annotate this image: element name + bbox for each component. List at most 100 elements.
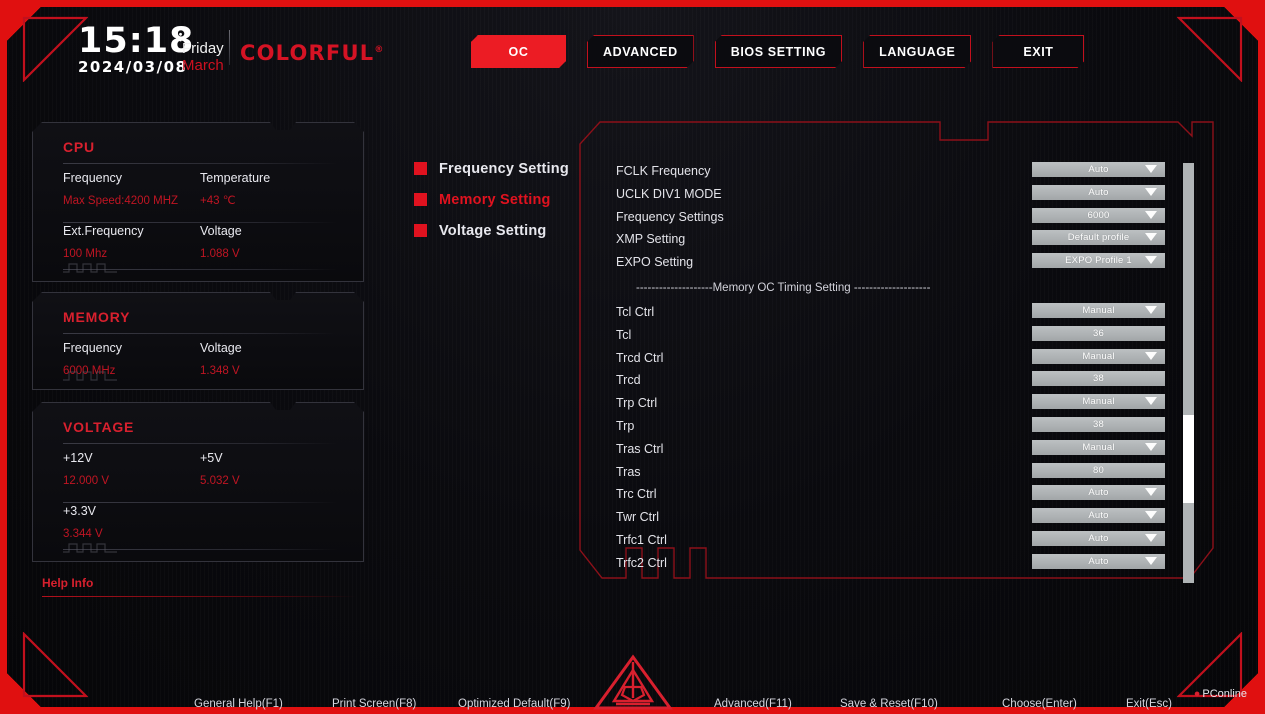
setting-value: Auto	[1088, 532, 1109, 544]
bullet-square-icon	[414, 224, 427, 237]
voltage-5v-label: +5V	[200, 451, 223, 465]
setting-row-frequency-settings[interactable]: Frequency Settings 6000	[616, 207, 1176, 232]
setting-label: Trp	[616, 418, 635, 433]
setting-dropdown[interactable]: Auto	[1032, 485, 1165, 501]
tab-bios-setting[interactable]: BIOS SETTING	[715, 35, 842, 68]
section-separator-memory-oc-timing: --------------------Memory OC Timing Set…	[636, 281, 931, 294]
memory-info-card: MEMORY Frequency 6000 MHz Voltage 1.348 …	[32, 292, 364, 390]
clock-month: March	[182, 57, 224, 74]
submenu-item-voltage-setting[interactable]: Voltage Setting	[414, 215, 569, 246]
setting-dropdown[interactable]: Auto	[1032, 508, 1165, 524]
setting-row-trp-ctrl[interactable]: Trp Ctrl Manual	[616, 394, 1176, 418]
brand-name: COLORFUL	[240, 41, 375, 65]
cpu-temperature-value: +43 ℃	[200, 195, 236, 207]
settings-panel: FCLK Frequency Auto UCLK DIV1 MODE Auto …	[578, 118, 1215, 608]
setting-dropdown[interactable]: Manual	[1032, 394, 1165, 410]
chevron-down-icon	[1145, 256, 1157, 265]
cpu-voltage-value: 1.088 V	[200, 248, 240, 260]
voltage-12v-label: +12V	[63, 451, 93, 465]
setting-label: Trfc1 Ctrl	[616, 532, 667, 547]
fkey-optimized-default[interactable]: Optimized Default(F9)	[458, 698, 570, 710]
setting-dropdown[interactable]: Auto	[1032, 162, 1165, 177]
setting-row-tcl[interactable]: Tcl 36	[616, 325, 1176, 350]
memory-voltage-cell: Voltage 1.348 V	[200, 339, 337, 381]
chevron-down-icon	[1145, 187, 1157, 196]
setting-row-tras-ctrl[interactable]: Tras Ctrl Manual	[616, 439, 1176, 464]
fkey-general-help[interactable]: General Help(F1)	[194, 698, 283, 710]
main-tabs: OC ADVANCED BIOS SETTING LANGUAGE EXIT	[471, 35, 1084, 68]
setting-dropdown[interactable]: Manual	[1032, 439, 1165, 455]
setting-row-uclk-div1-mode[interactable]: UCLK DIV1 MODE Auto	[616, 184, 1176, 209]
setting-dropdown[interactable]: 6000	[1032, 207, 1165, 223]
cpu-frequency-value: Max Speed:4200 MHZ	[63, 195, 179, 207]
scrollbar-thumb[interactable]	[1183, 415, 1194, 503]
setting-dropdown[interactable]: Default profile	[1032, 230, 1165, 246]
setting-dropdown[interactable]: Auto	[1032, 553, 1165, 569]
setting-value: Auto	[1088, 510, 1109, 522]
voltage-12v-cell: +12V 12.000 V	[63, 449, 200, 491]
bullet-square-icon	[414, 162, 427, 175]
cpu-voltage-label: Voltage	[200, 224, 242, 238]
fkey-exit[interactable]: Exit(Esc)	[1126, 698, 1172, 710]
setting-row-trfc2-ctrl[interactable]: Trfc2 Ctrl Auto	[616, 553, 1176, 578]
setting-dropdown[interactable]: Auto	[1032, 530, 1165, 546]
setting-row-fclk-frequency[interactable]: FCLK Frequency Auto	[616, 162, 1176, 186]
setting-dropdown[interactable]: EXPO Profile 1	[1032, 253, 1165, 269]
setting-label: Trcd Ctrl	[616, 350, 664, 365]
watermark-icon: ●	[1193, 688, 1201, 700]
footer-bar: General Help(F1) Print Screen(F8) Optimi…	[0, 654, 1265, 714]
setting-dropdown[interactable]: Auto	[1032, 184, 1165, 200]
setting-value: 6000	[1087, 209, 1110, 221]
settings-scrollbar[interactable]	[1183, 163, 1194, 583]
setting-label: FCLK Frequency	[616, 164, 711, 178]
voltage-33v-label: +3.3V	[63, 504, 97, 518]
setting-row-xmp-setting[interactable]: XMP Setting Default profile	[616, 230, 1176, 254]
setting-field[interactable]: 38	[1032, 416, 1165, 432]
setting-value: 38	[1093, 373, 1104, 385]
tab-advanced[interactable]: ADVANCED	[587, 35, 694, 68]
chevron-down-icon	[1145, 488, 1157, 497]
submenu-item-memory-setting[interactable]: Memory Setting	[414, 184, 569, 215]
clock-weekday-month: Friday March	[182, 40, 224, 74]
tab-language[interactable]: LANGUAGE	[863, 35, 971, 68]
setting-row-tcl-ctrl[interactable]: Tcl Ctrl Manual	[616, 302, 1176, 327]
setting-row-twr-ctrl[interactable]: Twr Ctrl Auto	[616, 508, 1176, 532]
setting-row-expo-setting[interactable]: EXPO Setting EXPO Profile 1	[616, 253, 1176, 277]
setting-value: Manual	[1082, 441, 1115, 453]
help-info-underline	[42, 596, 357, 597]
cpu-info-card: CPU Frequency Max Speed:4200 MHZ Tempera…	[32, 122, 364, 282]
header: 15:18 2024/03/08 ⚙ Friday March COLORFUL…	[0, 0, 1265, 95]
tab-exit[interactable]: EXIT	[992, 35, 1084, 68]
setting-field[interactable]: 38	[1032, 371, 1165, 387]
setting-row-trcd[interactable]: Trcd 38	[616, 371, 1176, 395]
setting-row-trfc1-ctrl[interactable]: Trfc1 Ctrl Auto	[616, 530, 1176, 555]
setting-label: Tcl Ctrl	[616, 304, 655, 319]
setting-row-trp[interactable]: Trp 38	[616, 416, 1176, 441]
setting-value: 36	[1093, 327, 1104, 339]
zigzag-decoration-icon	[63, 371, 117, 381]
fkey-choose[interactable]: Choose(Enter)	[1002, 698, 1077, 710]
setting-row-trcd-ctrl[interactable]: Trcd Ctrl Manual	[616, 348, 1176, 373]
chevron-down-icon	[1145, 442, 1157, 451]
setting-row-trc-ctrl[interactable]: Trc Ctrl Auto	[616, 485, 1176, 509]
setting-value: 38	[1093, 418, 1104, 430]
brand-trademark: ®	[374, 45, 385, 55]
chevron-down-icon	[1145, 397, 1157, 406]
chevron-down-icon	[1145, 511, 1157, 520]
fkey-print-screen[interactable]: Print Screen(F8)	[332, 698, 416, 710]
watermark: ● PConline	[1194, 688, 1247, 700]
setting-label: Trc Ctrl	[616, 487, 657, 502]
fkey-save-and-reset[interactable]: Save & Reset(F10)	[840, 698, 938, 710]
setting-dropdown[interactable]: Manual	[1032, 302, 1165, 318]
setting-dropdown[interactable]: Manual	[1032, 348, 1165, 364]
submenu-item-frequency-setting[interactable]: Frequency Setting	[414, 153, 569, 184]
setting-field[interactable]: 80	[1032, 462, 1165, 478]
oc-submenu: Frequency Setting Memory Setting Voltage…	[414, 153, 569, 246]
setting-field[interactable]: 36	[1032, 325, 1165, 341]
chevron-down-icon	[1145, 533, 1157, 542]
fkey-advanced[interactable]: Advanced(F11)	[714, 698, 792, 710]
tab-oc[interactable]: OC	[471, 35, 566, 68]
setting-label: Tras	[616, 464, 641, 479]
help-info-label: Help Info	[42, 576, 94, 590]
setting-row-tras[interactable]: Tras 80	[616, 462, 1176, 487]
